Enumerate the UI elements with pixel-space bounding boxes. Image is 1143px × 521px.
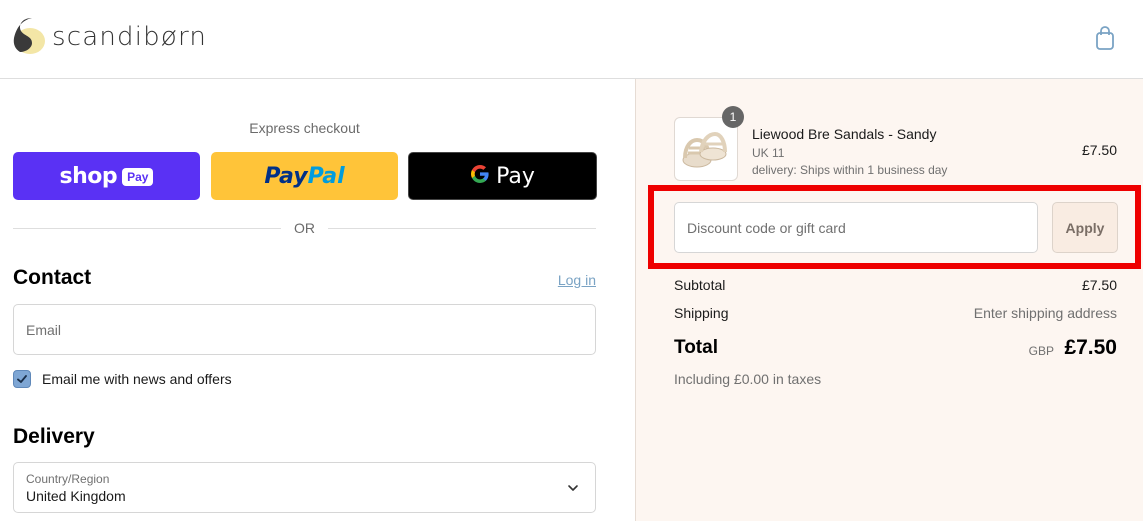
subtotal-label: Subtotal [674, 277, 726, 293]
order-summary: 1 Liewood Bre Sandals - Sandy UK 11 deli… [635, 79, 1143, 521]
checkmark-icon [17, 375, 27, 383]
google-pay-button[interactable]: Pay [408, 152, 597, 200]
shipping-label: Shipping [674, 305, 729, 321]
newsletter-label: Email me with news and offers [42, 371, 232, 387]
or-text: OR [294, 220, 315, 236]
email-field[interactable] [13, 304, 596, 355]
shop-pay-wordmark: shop [59, 163, 118, 189]
tax-note: Including £0.00 in taxes [674, 371, 822, 387]
checkout-form: Express checkout shop Pay PayPal Pay OR … [0, 79, 635, 521]
quantity-badge: 1 [722, 106, 744, 128]
login-link[interactable]: Log in [540, 272, 596, 288]
product-name: Liewood Bre Sandals - Sandy [752, 126, 937, 142]
shipping-value: Enter shipping address [973, 305, 1117, 321]
apply-button[interactable]: Apply [1052, 202, 1118, 253]
country-value: United Kingdom [26, 488, 126, 504]
product-variant: UK 11 [752, 146, 785, 160]
header: scandibørn [0, 0, 1143, 79]
newsletter-option[interactable]: Email me with news and offers [13, 370, 232, 388]
discount-field[interactable] [674, 202, 1038, 253]
product-price: £7.50 [1081, 142, 1117, 158]
shop-pay-button[interactable]: shop Pay [13, 152, 200, 200]
newsletter-checkbox[interactable] [13, 370, 31, 388]
brand-logo[interactable]: scandibørn [12, 16, 207, 56]
google-g-icon [470, 164, 490, 189]
or-divider: OR [13, 219, 596, 239]
total-amount: £7.50 [1064, 336, 1117, 359]
contact-heading: Contact [13, 266, 92, 289]
total-label: Total [674, 337, 718, 358]
google-pay-label: Pay [496, 163, 535, 189]
paypal-button[interactable]: PayPal [211, 152, 398, 200]
shopping-bag-icon[interactable] [1093, 25, 1117, 51]
paypal-wordmark: PayPal [264, 163, 345, 189]
product-delivery-note: delivery: Ships within 1 business day [752, 163, 948, 177]
country-label: Country/Region [26, 472, 110, 486]
brand-name: scandibørn [52, 22, 208, 52]
logo-mark-icon [12, 16, 46, 56]
delivery-heading: Delivery [13, 425, 95, 448]
country-select[interactable]: Country/Region United Kingdom [13, 462, 596, 513]
discount-input[interactable] [675, 203, 1037, 252]
subtotal-value: £7.50 [1081, 277, 1117, 293]
email-input[interactable] [14, 305, 595, 354]
total-currency: GBP [1028, 344, 1054, 358]
chevron-down-icon [568, 485, 578, 491]
shop-pay-badge: Pay [122, 168, 154, 186]
sandal-image [682, 131, 727, 168]
express-checkout-label: Express checkout [249, 120, 360, 136]
